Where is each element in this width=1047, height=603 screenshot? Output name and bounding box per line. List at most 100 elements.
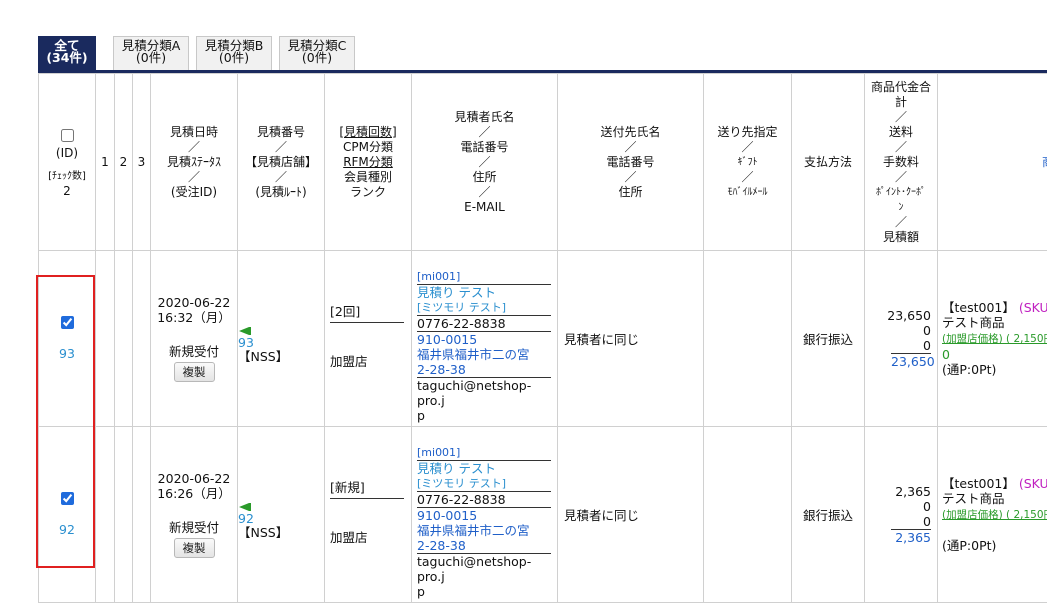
shipping-fee: 0 xyxy=(865,323,931,338)
copy-button[interactable]: 複製 xyxy=(174,362,215,382)
item-sku: (SKU xyxy=(1019,300,1047,315)
item-code: 【test001】 xyxy=(942,476,1015,491)
row-orderer-cell: [mi001] 見積り テスト [ミツモリ テスト] 0776-22-8838 … xyxy=(412,427,558,603)
customer-address[interactable]: 福井県福井市二の宮 xyxy=(417,523,551,538)
header-text: 【見積店舗】 xyxy=(238,155,324,170)
row-checkbox[interactable] xyxy=(61,316,74,329)
row-id-link[interactable]: 92 xyxy=(39,522,95,537)
tab-all[interactable]: 全て (34件) xyxy=(38,36,96,70)
header-col-3: 3 xyxy=(133,74,151,251)
row-delivery-cell xyxy=(704,251,792,427)
header-text: ランク xyxy=(325,185,411,200)
member-type: 加盟店 xyxy=(330,351,411,370)
customer-kana: [ミツモリ テスト] xyxy=(417,476,551,492)
customer-name-link[interactable]: 見積り テスト xyxy=(417,461,551,476)
header-text: 送料 xyxy=(865,125,937,140)
header-delivery: 送り先指定 ／ ｷﾞﾌﾄ ／ ﾓﾊﾞｲﾙﾒｰﾙ xyxy=(704,74,792,251)
tab-category-c[interactable]: 見積分類C (0件) xyxy=(279,36,355,70)
header-id-label: (ID) xyxy=(39,146,95,161)
tab-count: (0件) xyxy=(197,52,271,64)
header-item-link[interactable]: 商 xyxy=(1042,155,1047,169)
header-item: 商 xyxy=(938,74,1047,251)
header-col-1: 1 xyxy=(96,74,115,251)
quote-status: 新規受付 xyxy=(151,517,237,536)
quote-status: 新規受付 xyxy=(151,341,237,360)
quote-number-link[interactable]: 93 xyxy=(238,336,324,349)
header-text: 送付先氏名 xyxy=(558,125,703,140)
row-amount-cell: 2,365 0 0 2,365 xyxy=(865,427,938,603)
row-col-3 xyxy=(133,427,151,603)
select-all-checkbox[interactable] xyxy=(61,129,74,142)
tab-count: (0件) xyxy=(280,52,354,64)
header-date: 見積日時 ／ 見積ｽﾃｰﾀｽ ／ (受注ID) xyxy=(151,74,238,251)
quote-date: 2020-06-22 xyxy=(151,471,237,486)
tab-category-a[interactable]: 見積分類A (0件) xyxy=(113,36,189,70)
header-payment: 支払方法 xyxy=(792,74,865,251)
header-sep: ／ xyxy=(238,140,324,155)
item-price[interactable]: (加盟店価格) ( 2,150円 xyxy=(942,509,1047,521)
header-sep: ／ xyxy=(865,215,937,230)
header-amount: 商品代金合 計 ／ 送料 ／ 手数料 ／ ﾎﾟｲﾝﾄ･ｸｰﾎﾟ ﾝ ／ 見積額 xyxy=(865,74,938,251)
header-check: (ID) [ﾁｪｯｸ数] 2 xyxy=(39,74,96,251)
header-text: 手数料 xyxy=(865,155,937,170)
header-text: 計 xyxy=(865,95,937,110)
item-point: (通P:0Pt) xyxy=(942,362,996,377)
header-text: ﾓﾊﾞｲﾙﾒｰﾙ xyxy=(704,185,791,200)
item-name: テスト商品 xyxy=(942,491,1005,506)
table-row: 93 2020-06-22 16:32（月） 新規受付 複製 93 【NSS】 … xyxy=(39,251,1047,427)
row-count-cell: [新規] 加盟店 xyxy=(325,427,412,603)
item-price[interactable]: (加盟店価格) ( 2,150円 xyxy=(942,333,1047,345)
quote-time: 16:32（月） xyxy=(151,310,237,325)
tab-category-b[interactable]: 見積分類B (0件) xyxy=(196,36,272,70)
header-sep: ／ xyxy=(865,170,937,185)
header-text: 送り先指定 xyxy=(704,125,791,140)
quote-shop: 【NSS】 xyxy=(238,525,324,540)
row-select-cell: 93 xyxy=(39,251,96,427)
customer-kana: [ミツモリ テスト] xyxy=(417,300,551,316)
item-zero: 0 xyxy=(942,347,950,362)
row-amount-cell: 23,650 0 0 23,650 xyxy=(865,251,938,427)
header-orderer: 見積者氏名 ／ 電話番号 ／ 住所 ／ E-MAIL xyxy=(412,74,558,251)
customer-zip[interactable]: 910-0015 xyxy=(417,508,551,523)
header-sep: ／ xyxy=(412,185,557,200)
customer-name-link[interactable]: 見積り テスト xyxy=(417,285,551,300)
header-row: (ID) [ﾁｪｯｸ数] 2 1 2 3 見積日時 ／ 見積ｽﾃｰﾀｽ ／ (受… xyxy=(39,74,1047,251)
header-text: 電話番号 xyxy=(558,155,703,170)
copy-button[interactable]: 複製 xyxy=(174,538,215,558)
customer-email-cont: p xyxy=(417,408,551,423)
header-text: 見積日時 xyxy=(151,125,237,140)
item-sku: (SKU xyxy=(1019,476,1047,491)
row-col-2 xyxy=(115,427,133,603)
row-delivery-cell xyxy=(704,427,792,603)
row-select-cell: 92 xyxy=(39,427,96,603)
quote-number-link[interactable]: 92 xyxy=(238,512,324,525)
header-text: 電話番号 xyxy=(412,140,557,155)
header-count: [見積回数] CPM分類 RFM分類 会員種別 ランク xyxy=(325,74,412,251)
header-sep: ／ xyxy=(151,140,237,155)
tab-count: (0件) xyxy=(114,52,188,64)
row-id-link[interactable]: 93 xyxy=(39,346,95,361)
header-text: 見積番号 xyxy=(238,125,324,140)
customer-zip[interactable]: 910-0015 xyxy=(417,332,551,347)
header-sep: ／ xyxy=(412,125,557,140)
subtotal: 2,365 xyxy=(865,484,931,499)
customer-code-link[interactable]: [mi001] xyxy=(417,269,551,285)
header-sep: ／ xyxy=(558,140,703,155)
row-checkbox[interactable] xyxy=(61,492,74,505)
quote-times: [新規] xyxy=(330,477,404,499)
header-sep: ／ xyxy=(412,155,557,170)
header-text: (受注ID) xyxy=(151,185,237,200)
header-text: 商品代金合 xyxy=(865,80,937,95)
shipping-fee: 0 xyxy=(865,499,931,514)
row-item-cell: 【test001】 (SKU テスト商品 (加盟店価格) ( 2,150円 (通… xyxy=(938,427,1047,603)
row-item-cell: 【test001】 (SKU テスト商品 (加盟店価格) ( 2,150円 0 … xyxy=(938,251,1047,427)
header-text: 見積額 xyxy=(865,230,937,245)
customer-address[interactable]: 福井県福井市二の宮 xyxy=(417,347,551,362)
customer-address-2[interactable]: 2-28-38 xyxy=(417,538,551,554)
row-col-3 xyxy=(133,251,151,427)
customer-address-2[interactable]: 2-28-38 xyxy=(417,362,551,378)
header-text: [見積回数] xyxy=(325,125,411,140)
green-flag-icon xyxy=(238,326,252,336)
customer-code-link[interactable]: [mi001] xyxy=(417,445,551,461)
header-shipto: 送付先氏名 ／ 電話番号 ／ 住所 xyxy=(558,74,704,251)
